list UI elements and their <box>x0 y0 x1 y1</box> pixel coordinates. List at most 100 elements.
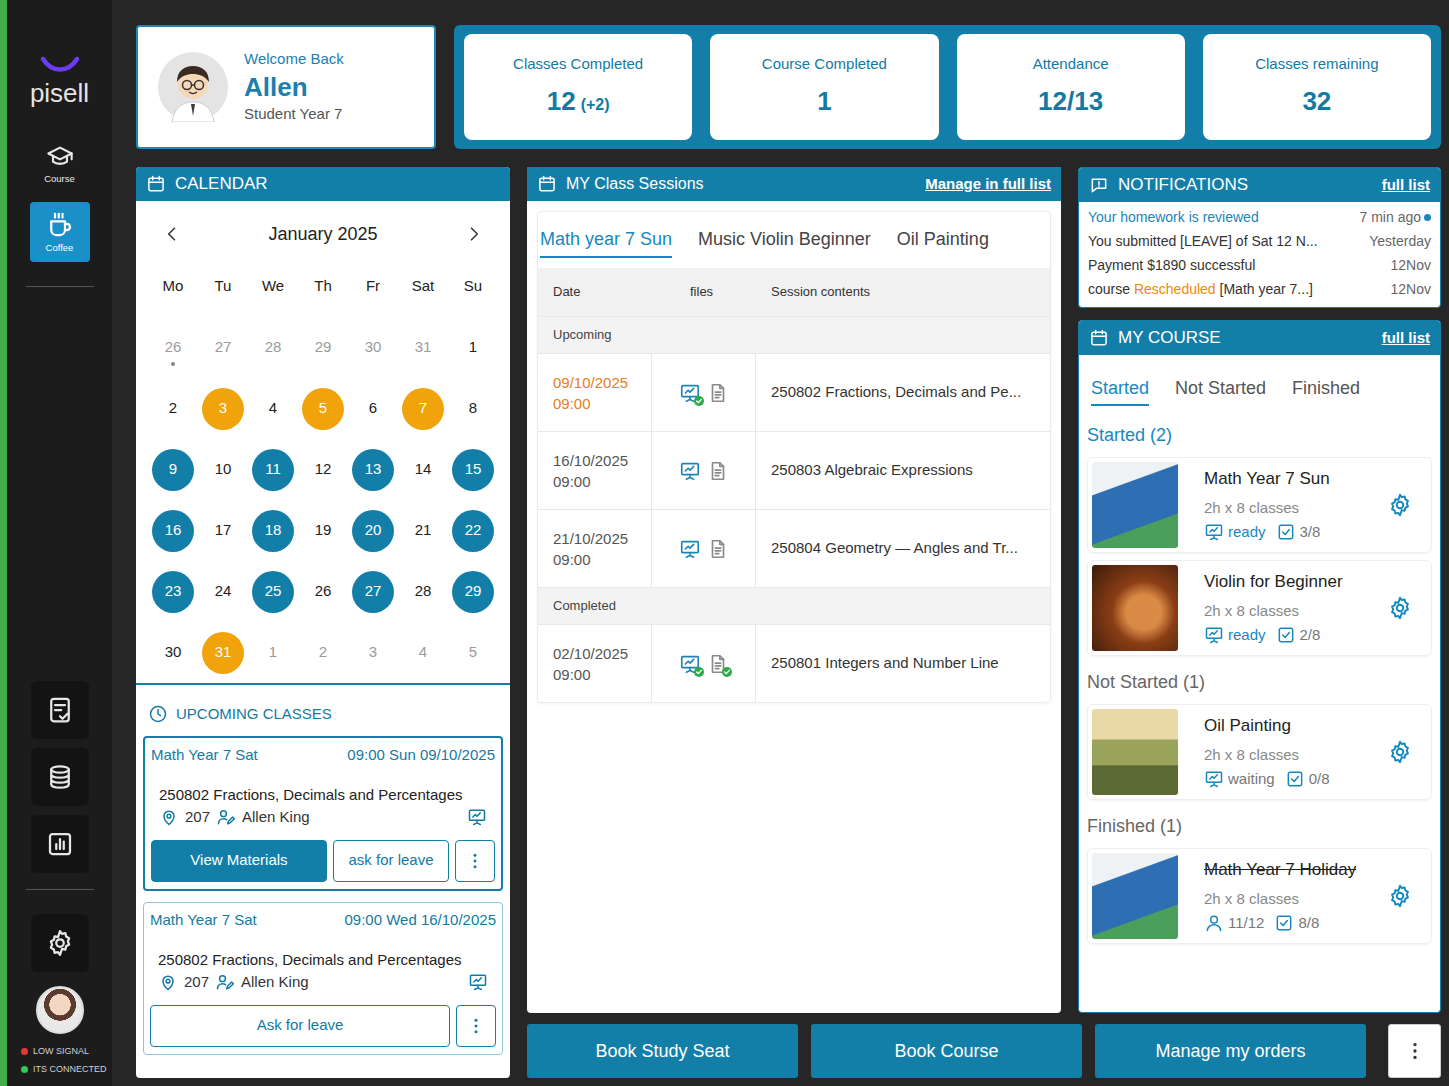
calendar-day[interactable]: 24 <box>198 561 248 622</box>
calendar-day[interactable]: 12 <box>298 439 348 500</box>
calendar-day[interactable]: 27 <box>348 561 398 622</box>
calendar-day[interactable]: 1 <box>248 622 298 683</box>
session-row[interactable]: 09/10/202509:00250802 Fractions, Decimal… <box>538 353 1050 431</box>
full-list-link[interactable]: Manage in full list <box>925 173 1051 196</box>
course-card[interactable]: Violin for Beginner2h x 8 classesready2/… <box>1087 560 1432 656</box>
calendar-day[interactable]: 2 <box>298 622 348 683</box>
session-date: 02/10/202509:00 <box>538 625 652 702</box>
calendar-day[interactable]: 11 <box>248 439 298 500</box>
records-tool[interactable] <box>31 748 89 806</box>
course-tab[interactable]: Started <box>1091 373 1149 406</box>
upcoming-class-card[interactable]: Math Year 7 Sat09:00 Wed 16/10/202525080… <box>143 902 503 1055</box>
sidebar-item[interactable]: Coffee <box>30 202 90 262</box>
course-settings-button[interactable] <box>1387 595 1413 621</box>
calendar-day[interactable]: 31 <box>398 317 448 378</box>
course-card[interactable]: Oil Painting2h x 8 classeswaiting0/8 <box>1087 704 1432 800</box>
session-tab[interactable]: Music Violin Beginner <box>698 223 871 258</box>
book-study-seat-button[interactable]: Book Study Seat <box>527 1024 798 1078</box>
session-file[interactable] <box>707 538 729 560</box>
course-tab[interactable]: Not Started <box>1175 373 1266 406</box>
course-card[interactable]: Math Year 7 Holiday2h x 8 classes11/128/… <box>1087 848 1432 944</box>
more-options-button[interactable] <box>455 840 495 882</box>
calendar-day[interactable]: 18 <box>248 500 298 561</box>
calendar-day[interactable]: 28 <box>398 561 448 622</box>
course-settings-button[interactable] <box>1387 492 1413 518</box>
notification-item[interactable]: You submitted [LEAVE] of Sat 12 N...Yest… <box>1088 229 1431 253</box>
session-row[interactable]: 21/10/202509:00250804 Geometry — Angles … <box>538 509 1050 587</box>
calendar-day[interactable]: 30 <box>348 317 398 378</box>
calendar-day[interactable]: 4 <box>248 378 298 439</box>
session-file[interactable] <box>707 382 729 404</box>
day-number: 11 <box>252 449 294 491</box>
homework-tool[interactable] <box>31 681 89 739</box>
session-file[interactable] <box>679 382 701 404</box>
reports-tool[interactable] <box>31 815 89 873</box>
calendar-day[interactable]: 21 <box>398 500 448 561</box>
notification-item[interactable]: Payment $1890 successful12Nov <box>1088 253 1431 277</box>
more-actions-button[interactable] <box>1388 1024 1441 1078</box>
session-file[interactable] <box>679 538 701 560</box>
logo[interactable]: pisell <box>30 54 89 106</box>
sidebar-item[interactable]: Course <box>30 134 90 194</box>
notification-item[interactable]: course Rescheduled [Math year 7...]12Nov <box>1088 277 1431 301</box>
chevron-right-icon <box>464 224 484 244</box>
calendar-day[interactable]: 5 <box>298 378 348 439</box>
course-tab[interactable]: Finished <box>1292 373 1360 406</box>
calendar-day[interactable]: 26 <box>298 561 348 622</box>
course-card[interactable]: Math Year 7 Sun2h x 8 classesready3/8 <box>1087 457 1432 553</box>
manage-orders-button[interactable]: Manage my orders <box>1095 1024 1366 1078</box>
calendar-day[interactable]: 16 <box>148 500 198 561</box>
calendar-day[interactable]: 31 <box>198 622 248 683</box>
ask-for-leave-button[interactable]: Ask for leave <box>150 1005 450 1047</box>
calendar-day[interactable]: 2 <box>148 378 198 439</box>
book-course-button[interactable]: Book Course <box>811 1024 1082 1078</box>
session-row[interactable]: 16/10/202509:00250803 Algebraic Expressi… <box>538 431 1050 509</box>
course-settings-button[interactable] <box>1387 739 1413 765</box>
calendar-day[interactable]: 3 <box>348 622 398 683</box>
session-file[interactable] <box>679 653 701 675</box>
session-file[interactable] <box>707 460 729 482</box>
session-time: 09:00 <box>553 549 591 570</box>
course-settings-button[interactable] <box>1387 883 1413 909</box>
calendar-day[interactable]: 13 <box>348 439 398 500</box>
session-tab[interactable]: Oil Painting <box>897 223 989 258</box>
calendar-day[interactable]: 6 <box>348 378 398 439</box>
full-list-link[interactable]: full list <box>1382 327 1430 350</box>
view-materials-button[interactable]: View Materials <box>151 840 327 882</box>
session-tab[interactable]: Math year 7 Sun <box>540 223 672 258</box>
session-file[interactable] <box>679 460 701 482</box>
calendar-day[interactable]: 28 <box>248 317 298 378</box>
calendar-day[interactable]: 20 <box>348 500 398 561</box>
calendar-day[interactable]: 15 <box>448 439 498 500</box>
calendar-day[interactable]: 9 <box>148 439 198 500</box>
calendar-day[interactable]: 14 <box>398 439 448 500</box>
calendar-day[interactable]: 30 <box>148 622 198 683</box>
calendar-day[interactable]: 23 <box>148 561 198 622</box>
ask-for-leave-button[interactable]: ask for leave <box>333 840 449 882</box>
calendar-day[interactable]: 17 <box>198 500 248 561</box>
full-list-link[interactable]: full list <box>1382 174 1430 197</box>
user-avatar[interactable] <box>36 986 84 1034</box>
calendar-day[interactable]: 5 <box>448 622 498 683</box>
upcoming-class-card[interactable]: Math Year 7 Sat09:00 Sun 09/10/202525080… <box>143 736 503 891</box>
session-file[interactable] <box>707 653 729 675</box>
next-month-button[interactable] <box>460 220 488 248</box>
previous-month-button[interactable] <box>158 220 186 248</box>
calendar-day[interactable]: 22 <box>448 500 498 561</box>
calendar-day[interactable]: 3 <box>198 378 248 439</box>
calendar-day[interactable]: 1 <box>448 317 498 378</box>
calendar-day[interactable]: 25 <box>248 561 298 622</box>
notification-item[interactable]: Your homework is reviewed7 min ago <box>1088 205 1431 229</box>
session-row[interactable]: 02/10/202509:00250801 Integers and Numbe… <box>538 624 1050 702</box>
calendar-day[interactable]: 29 <box>298 317 348 378</box>
calendar-day[interactable]: 7 <box>398 378 448 439</box>
calendar-day[interactable]: 19 <box>298 500 348 561</box>
calendar-day[interactable]: 27 <box>198 317 248 378</box>
settings-tool[interactable] <box>31 914 89 972</box>
calendar-day[interactable]: 8 <box>448 378 498 439</box>
calendar-day[interactable]: 4 <box>398 622 448 683</box>
more-options-button[interactable] <box>456 1005 496 1047</box>
calendar-day[interactable]: 26 <box>148 317 198 378</box>
calendar-day[interactable]: 29 <box>448 561 498 622</box>
calendar-day[interactable]: 10 <box>198 439 248 500</box>
